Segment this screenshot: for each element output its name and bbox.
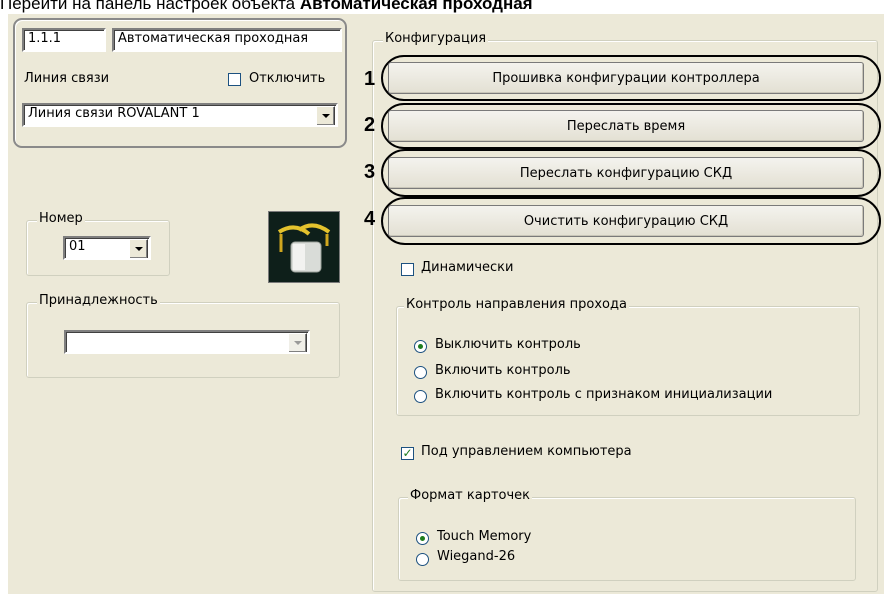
send-acs-config-button[interactable]: Переслать конфигурацию СКД bbox=[388, 157, 864, 189]
radio-direction-off[interactable] bbox=[414, 340, 427, 353]
annotation-marker: 3 bbox=[364, 161, 376, 183]
number-legend: Номер bbox=[37, 211, 85, 226]
radio-direction-init[interactable] bbox=[414, 390, 427, 403]
turnstile-icon bbox=[268, 211, 340, 283]
annotation-marker: 1 bbox=[364, 68, 376, 90]
line-label: Линия связи bbox=[24, 71, 110, 86]
radio-wiegand26[interactable] bbox=[416, 553, 429, 566]
send-time-button[interactable]: Переслать время bbox=[388, 110, 864, 142]
number-select[interactable]: 01 bbox=[63, 236, 151, 260]
chevron-down-icon[interactable] bbox=[129, 239, 148, 258]
dynamic-checkbox[interactable] bbox=[401, 263, 414, 276]
annotation-marker: 4 bbox=[364, 208, 376, 230]
config-legend: Конфигурация bbox=[383, 31, 489, 46]
card-format-legend: Формат карточек bbox=[408, 488, 533, 503]
radio-direction-on[interactable] bbox=[414, 366, 427, 379]
radio-direction-on-label: Включить контроль bbox=[435, 363, 571, 378]
heading-bold: Автоматическая проходная bbox=[299, 0, 533, 13]
disable-label: Отключить bbox=[249, 71, 326, 86]
flash-config-button[interactable]: Прошивка конфигурации контроллера bbox=[388, 62, 864, 94]
line-select-value: Линия связи ROVALANT 1 bbox=[28, 106, 200, 121]
object-id-field[interactable]: 1.1.1 bbox=[22, 28, 106, 52]
clear-acs-config-button[interactable]: Очистить конфигурацию СКД bbox=[388, 205, 864, 237]
object-id-value: 1.1.1 bbox=[28, 31, 62, 46]
direction-legend: Контроль направления прохода bbox=[404, 297, 629, 312]
chevron-down-icon[interactable] bbox=[316, 106, 335, 125]
heading-prefix: Перейти на панель настроек объекта bbox=[0, 0, 300, 13]
line-select[interactable]: Линия связи ROVALANT 1 bbox=[22, 103, 338, 127]
chevron-down-icon[interactable] bbox=[288, 333, 307, 352]
object-name-value: Автоматическая проходная bbox=[118, 31, 309, 46]
object-name-field[interactable]: Автоматическая проходная bbox=[112, 28, 342, 52]
instruction-heading: Перейти на панель настроек объекта Автом… bbox=[0, 0, 891, 14]
pc-control-checkbox[interactable]: ✓ bbox=[401, 447, 414, 460]
radio-direction-off-label: Выключить контроль bbox=[435, 337, 581, 352]
annotation-marker: 2 bbox=[364, 114, 376, 136]
radio-wiegand26-label: Wiegand-26 bbox=[437, 549, 516, 564]
number-select-value: 01 bbox=[69, 239, 86, 254]
radio-direction-init-label: Включить контроль с признаком инициализа… bbox=[435, 387, 773, 402]
belonging-legend: Принадлежность bbox=[37, 293, 160, 308]
belonging-select[interactable] bbox=[64, 330, 310, 354]
dynamic-label: Динамически bbox=[421, 260, 514, 275]
radio-touch-memory-label: Touch Memory bbox=[437, 529, 532, 544]
disable-checkbox[interactable] bbox=[228, 73, 241, 86]
pc-control-label: Под управлением компьютера bbox=[421, 444, 632, 459]
radio-touch-memory[interactable] bbox=[416, 532, 429, 545]
